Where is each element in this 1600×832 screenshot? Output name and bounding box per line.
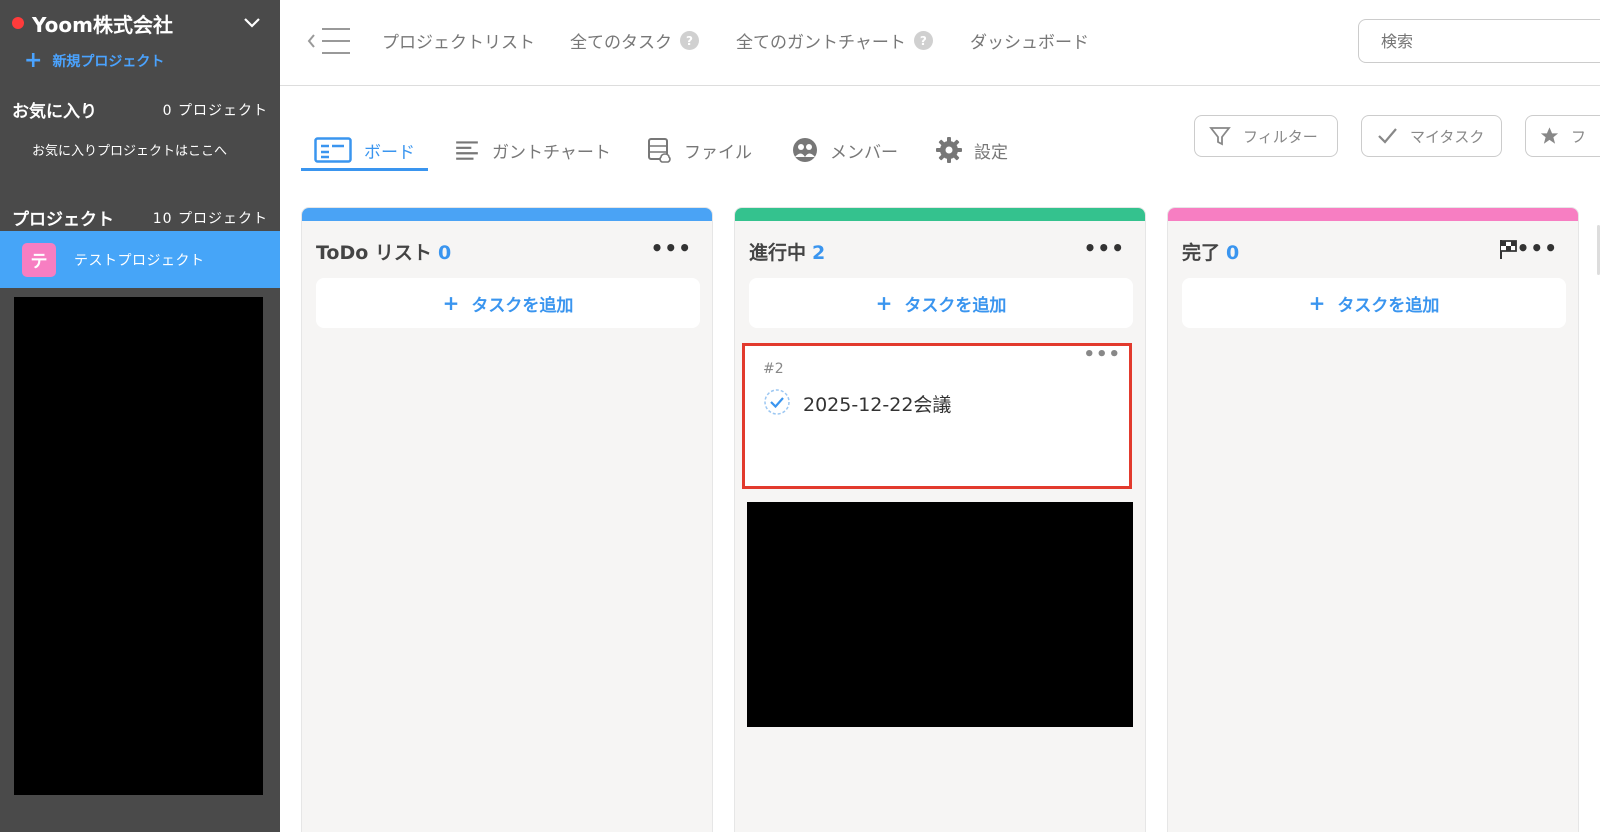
top-nav: プロジェクトリスト 全てのタスク ? 全てのガントチャート ? ダッシュボード [280, 0, 1600, 86]
org-name: Yoom株式会社 [32, 12, 173, 37]
favorites-count: 0 プロジェクト [162, 102, 268, 119]
more-options-icon[interactable]: ••• [1084, 236, 1125, 260]
task-card[interactable]: #2 ••• 2025-12-22会議 [742, 343, 1132, 489]
add-task-button[interactable]: + タスクを追加 [749, 278, 1133, 328]
tab-gantt[interactable]: ガントチャート [454, 130, 611, 170]
favorites-filter-button[interactable]: フ [1525, 115, 1600, 157]
column-title: 進行中 2 [749, 242, 826, 264]
redacted-area [14, 297, 263, 795]
tab-board[interactable]: ボード [314, 130, 415, 170]
projects-count: 10 プロジェクト [152, 210, 268, 227]
status-dot [12, 17, 24, 29]
check-icon [1378, 128, 1397, 144]
tab-settings[interactable]: 設定 [936, 130, 1008, 170]
column-count: 0 [437, 242, 452, 264]
tab-board-label: ボード [364, 142, 415, 163]
column-color-bar [735, 208, 1145, 221]
nav-all-tasks[interactable]: 全てのタスク ? [570, 28, 699, 53]
star-icon [1540, 127, 1559, 144]
board-column-todo: ToDo リスト 0 ••• + タスクを追加 [301, 207, 713, 832]
board-column-done: 完了 0 ••• + タスクを追加 [1167, 207, 1579, 832]
column-title: ToDo リスト 0 [316, 242, 452, 264]
more-options-icon[interactable]: ••• [1083, 344, 1121, 365]
active-tab-indicator [301, 168, 428, 171]
task-title: 2025-12-22会議 [803, 394, 952, 416]
chevron-down-icon[interactable] [242, 12, 262, 32]
org-switcher[interactable]: Yoom株式会社 [12, 6, 270, 40]
more-options-icon[interactable]: ••• [1517, 236, 1558, 260]
sidebar-item-test-project[interactable]: テ テストプロジェクト [0, 231, 280, 288]
plus-icon: + [24, 48, 43, 73]
add-task-button[interactable]: + タスクを追加 [316, 278, 700, 328]
project-avatar: テ [22, 242, 56, 277]
collapse-menu-icon[interactable] [306, 26, 352, 56]
search-input[interactable] [1358, 19, 1600, 63]
filter-icon [1209, 127, 1231, 146]
nav-all-gantt[interactable]: 全てのガントチャート ? [736, 28, 933, 53]
projects-title: プロジェクト [12, 210, 114, 230]
tab-files[interactable]: ファイル [646, 130, 752, 170]
gear-icon [936, 137, 962, 163]
more-options-icon[interactable]: ••• [651, 236, 692, 260]
task-complete-checkbox-icon[interactable] [763, 388, 791, 416]
gantt-icon [456, 141, 478, 160]
favorites-header: お気に入り 0 プロジェクト [12, 97, 268, 122]
plus-icon: + [442, 291, 460, 315]
nav-project-list[interactable]: プロジェクトリスト [382, 28, 535, 53]
my-tasks-button[interactable]: マイタスク [1361, 115, 1502, 157]
tab-members[interactable]: メンバー [792, 130, 898, 170]
filter-button[interactable]: フィルター [1194, 115, 1338, 157]
new-project-button[interactable]: + 新規プロジェクト [24, 50, 164, 72]
column-color-bar [1168, 208, 1578, 221]
members-icon [793, 138, 817, 162]
plus-icon: + [1308, 291, 1326, 315]
board-icon [314, 137, 352, 163]
add-task-button[interactable]: + タスクを追加 [1182, 278, 1566, 328]
help-icon[interactable]: ? [913, 31, 933, 50]
projects-header: プロジェクト 10 プロジェクト [12, 205, 268, 230]
file-icon [648, 138, 671, 163]
help-icon[interactable]: ? [680, 31, 699, 50]
task-id: #2 [763, 361, 784, 377]
favorites-title: お気に入り [12, 102, 97, 122]
sidebar: Yoom株式会社 + 新規プロジェクト お気に入り 0 プロジェクト お気に入り… [0, 0, 280, 832]
project-name: テストプロジェクト [74, 252, 205, 269]
column-color-bar [302, 208, 712, 221]
column-count: 0 [1226, 242, 1240, 264]
app-root: Yoom株式会社 + 新規プロジェクト お気に入り 0 プロジェクト お気に入り… [0, 0, 1600, 832]
plus-icon: + [875, 291, 893, 315]
redacted-area [747, 502, 1133, 727]
column-title: 完了 0 [1182, 242, 1240, 264]
nav-dashboard[interactable]: ダッシュボード [970, 28, 1089, 53]
column-count: 2 [812, 242, 826, 264]
new-project-label: 新規プロジェクト [52, 54, 165, 70]
favorites-hint: お気に入りプロジェクトはここへ [32, 144, 228, 159]
